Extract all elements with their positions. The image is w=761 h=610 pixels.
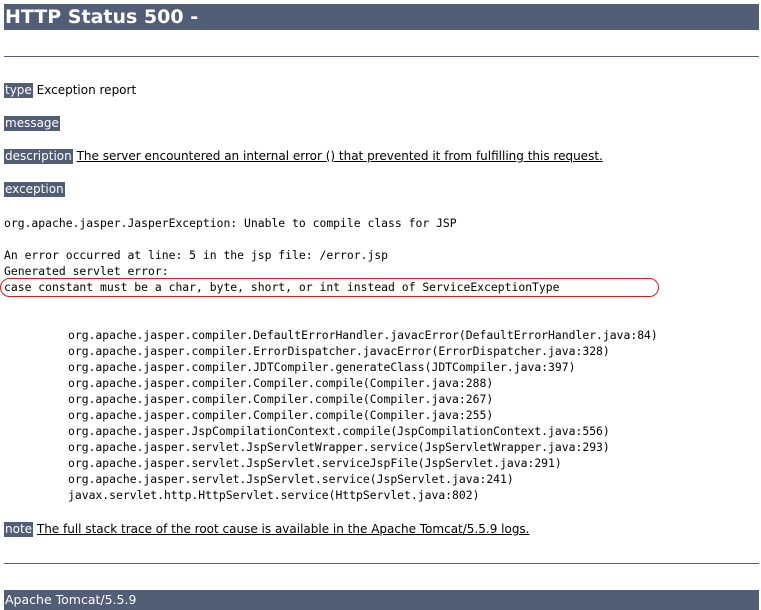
stack-trace-line: org.apache.jasper.compiler.Compiler.comp… [68, 408, 494, 422]
stack-trace-line: org.apache.jasper.compiler.JDTCompiler.g… [68, 360, 576, 374]
server-footer: Apache Tomcat/5.5.9 [4, 590, 759, 610]
description-row: description The server encountered an in… [4, 149, 603, 164]
stack-trace-line: org.apache.jasper.compiler.DefaultErrorH… [68, 328, 658, 342]
exception-row: exception [4, 182, 65, 197]
divider-bottom [4, 563, 759, 564]
exception-headline: org.apache.jasper.JasperException: Unabl… [4, 216, 457, 230]
note-value: The full stack trace of the root cause i… [36, 522, 530, 536]
message-label: message [4, 116, 60, 131]
highlight-outline [0, 278, 659, 297]
stack-trace-line: javax.servlet.http.HttpServlet.service(H… [68, 488, 480, 502]
exception-detail-line: An error occurred at line: 5 in the jsp … [4, 248, 389, 262]
stack-trace-line: org.apache.jasper.compiler.ErrorDispatch… [68, 344, 610, 358]
message-row: message [4, 116, 60, 131]
note-row: note The full stack trace of the root ca… [4, 522, 530, 537]
note-label: note [4, 522, 34, 537]
type-row: type Exception report [4, 83, 136, 98]
exception-label: exception [4, 182, 65, 197]
page-title: HTTP Status 500 - [4, 4, 759, 30]
exception-detail-line: Generated servlet error: [4, 264, 169, 278]
type-value: Exception report [36, 83, 137, 97]
stack-trace-line: org.apache.jasper.compiler.Compiler.comp… [68, 392, 494, 406]
stack-trace-line: org.apache.jasper.JspCompilationContext.… [68, 424, 610, 438]
stack-trace-line: org.apache.jasper.compiler.Compiler.comp… [68, 376, 494, 390]
stack-trace-line: org.apache.jasper.servlet.JspServlet.ser… [68, 456, 562, 470]
description-label: description [4, 149, 73, 164]
description-value: The server encountered an internal error… [76, 149, 603, 163]
divider-top [4, 56, 759, 57]
error-page: HTTP Status 500 - type Exception report … [0, 0, 761, 610]
stack-trace-line: org.apache.jasper.servlet.JspServlet.ser… [68, 472, 514, 486]
type-label: type [4, 83, 33, 98]
stack-trace-line: org.apache.jasper.servlet.JspServletWrap… [68, 440, 610, 454]
